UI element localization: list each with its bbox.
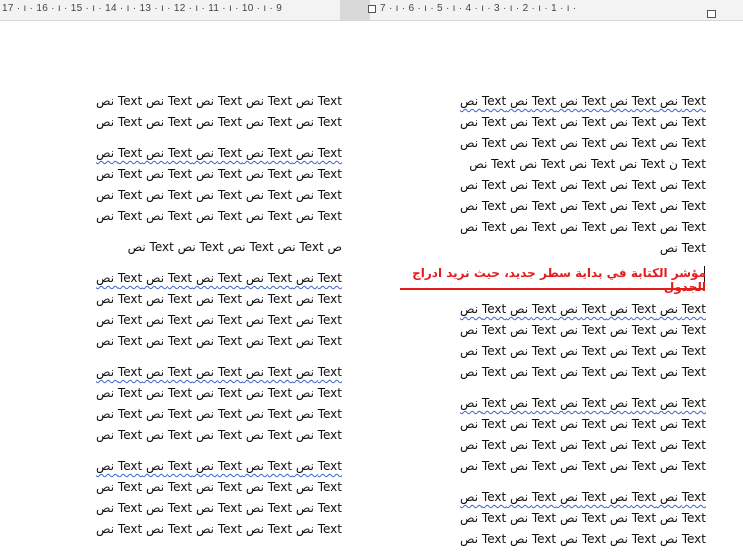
ruler-numbers-right: 7 · ı · 6 · ı · 5 · ı · 4 · ı · 3 · ı · …: [380, 3, 577, 14]
horizontal-ruler[interactable]: 17 · ı · 16 · ı · 15 · ı · 14 · ı · 13 ·…: [0, 0, 743, 21]
paragraph[interactable]: Text نص Text نص Text نص Text نص Text نص …: [36, 91, 342, 133]
text-line: Text نص Text نص Text نص Text نص Text نص: [460, 511, 706, 525]
paragraph[interactable]: Text نص Text نص Text نص Text نص Text نص …: [36, 362, 342, 446]
text-line: Text نص Text نص Text نص Text نص Text نص: [96, 292, 342, 306]
text-line: Text نص Text نص Text نص Text نص Text نص: [460, 459, 706, 473]
text-line: Text نص Text نص Text نص Text نص Text نص: [96, 115, 342, 129]
paragraph[interactable]: Text نص Text نص Text نص Text نص Text نص …: [400, 487, 706, 550]
text-line: Text نص Text نص Text نص Text نص Text نص: [460, 136, 706, 150]
paragraph[interactable]: Text نص Text نص Text نص Text نص Text نص …: [36, 268, 342, 352]
text-line: Text نص Text نص Text نص Text نص Text نص: [460, 323, 706, 337]
right-indent-marker[interactable]: [707, 10, 716, 18]
text-line: Text نص Text نص Text نص Text نص Text نص: [96, 501, 342, 515]
text-line: Text نص Text نص Text نص Text نص Text نص: [460, 396, 706, 410]
text-line: Text نص Text نص Text نص Text نص Text نص: [460, 344, 706, 358]
left-text-column[interactable]: Text نص Text نص Text نص Text نص Text نص …: [36, 91, 342, 550]
text-line: Text نص Text نص Text نص Text نص Text نص: [460, 490, 706, 504]
paragraph[interactable]: Text نص Text نص Text نص Text نص Text نص …: [36, 143, 342, 227]
text-line: Text نص Text نص Text نص Text نص Text نص: [96, 167, 342, 181]
text-line: Text نص Text نص Text نص Text نص Text نص: [96, 334, 342, 348]
text-line: Text نص Text نص Text نص Text نص Text نص: [96, 271, 342, 285]
text-line: Text نص Text نص Text نص Text نص Text نص: [460, 199, 706, 213]
right-text-column-lower[interactable]: Text نص Text نص Text نص Text نص Text نص …: [400, 299, 706, 560]
text-line: Text نص Text نص Text نص Text نص Text نص: [96, 428, 342, 442]
text-line: Text نص Text نص Text نص Text نص Text نص: [96, 480, 342, 494]
ruler-numbers-left: 17 · ı · 16 · ı · 15 · ı · 14 · ı · 13 ·…: [2, 3, 283, 14]
text-line: Text نص Text نص Text نص Text نص Text نص: [96, 407, 342, 421]
paragraph[interactable]: Text نص Text نص Text نص Text نص Text نص …: [36, 456, 342, 540]
text-line: Text نص Text نص Text نص Text نص Text نص: [96, 209, 342, 223]
text-line: Text نص Text نص Text نص Text نص Text نص: [96, 522, 342, 536]
text-line: Text نص Text نص Text نص Text نص Text نص: [460, 302, 706, 316]
text-line: Text ن Text نص Text نص Text نص Text نص: [469, 157, 706, 171]
paragraph[interactable]: Text نص Text نص Text نص Text نص Text نص …: [400, 91, 706, 259]
text-line: Text نص Text نص Text نص Text نص Text نص: [96, 365, 342, 379]
paragraph[interactable]: ص Text نص Text نص Text نص Text نص: [36, 237, 342, 258]
text-line: Text نص Text نص Text نص Text نص Text نص: [460, 417, 706, 431]
text-line: ص Text نص Text نص Text نص Text نص: [127, 240, 342, 254]
text-line: Text نص Text نص Text نص Text نص Text نص: [96, 459, 342, 473]
text-line: Text نص Text نص Text نص Text نص Text نص: [460, 94, 706, 108]
text-line: Text نص Text نص Text نص Text نص Text نص: [96, 188, 342, 202]
text-line: Text نص Text نص Text نص Text نص Text نص: [96, 386, 342, 400]
text-line: Text نص Text نص Text نص Text نص Text نص: [460, 365, 706, 379]
text-line: Text نص Text نص Text نص Text نص Text نص: [460, 532, 706, 546]
right-text-column[interactable]: Text نص Text نص Text نص Text نص Text نص …: [400, 91, 706, 269]
text-line: Text نص Text نص Text نص Text نص Text نص: [96, 146, 342, 160]
paragraph[interactable]: Text نص Text نص Text نص Text نص Text نص …: [400, 393, 706, 477]
ruler-column-gap: [340, 0, 370, 20]
paragraph[interactable]: Text نص Text نص Text نص Text نص Text نص …: [400, 299, 706, 383]
red-underline: [400, 288, 704, 290]
text-line: Text نص Text نص Text نص Text نص Text نص: [96, 313, 342, 327]
text-line: Text نص Text نص Text نص Text نص Text نص: [460, 220, 706, 234]
text-line: Text نص Text نص Text نص Text نص Text نص: [460, 115, 706, 129]
text-line: Text نص Text نص Text نص Text نص Text نص: [460, 178, 706, 192]
text-line: Text نص Text نص Text نص Text نص Text نص: [460, 438, 706, 452]
column-margin-marker[interactable]: [368, 5, 376, 13]
text-line: Text نص: [659, 241, 706, 255]
text-line: Text نص Text نص Text نص Text نص Text نص: [96, 94, 342, 108]
